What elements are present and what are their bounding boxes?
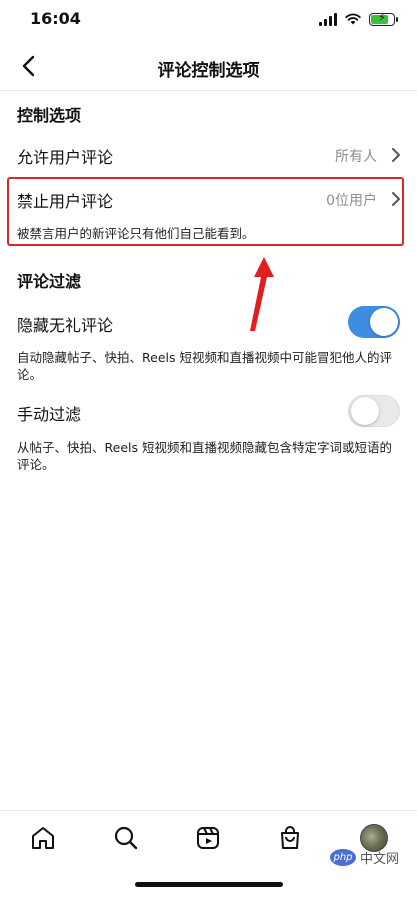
hide-offensive-label: 隐藏无礼评论 (17, 316, 114, 335)
block-users-label: 禁止用户评论 (17, 192, 114, 211)
manual-filter-label: 手动过滤 (17, 405, 82, 424)
home-icon (32, 827, 54, 849)
section-title-filter: 评论过滤 (17, 272, 82, 291)
tab-reels[interactable] (193, 823, 223, 853)
block-users-note: 被禁言用户的新评论只有他们自己能看到。 (17, 226, 255, 241)
wifi-icon (345, 13, 361, 25)
page-title: 评论控制选项 (157, 61, 260, 81)
cellular-signal-icon (319, 12, 337, 26)
status-icons: ⚡ (319, 10, 398, 26)
charging-bolt-icon: ⚡ (378, 10, 386, 24)
toggle-knob (370, 308, 398, 336)
home-indicator (135, 882, 283, 887)
toggle-knob (351, 397, 379, 425)
manual-filter-note: 从帖子、快拍、Reels 短视频和直播视频隐藏包含特定字词或短语的评论。 (17, 440, 392, 472)
allow-comments-value: 所有人 (335, 149, 377, 165)
status-time: 16:04 (30, 9, 81, 28)
watermark-badge: php (330, 849, 356, 866)
status-bar: 16:04 ⚡ (0, 0, 417, 42)
chevron-right-icon (392, 192, 400, 206)
manual-filter-toggle[interactable] (348, 395, 400, 427)
section-title-controls: 控制选项 (17, 106, 82, 125)
tab-shop[interactable] (275, 823, 305, 853)
battery-icon: ⚡ (369, 10, 398, 26)
chevron-right-icon (392, 148, 400, 162)
manual-filter-row: 手动过滤 (0, 394, 417, 430)
hide-offensive-toggle[interactable] (348, 306, 400, 338)
tab-home[interactable] (28, 823, 58, 853)
allow-comments-row[interactable]: 允许用户评论 所有人 (0, 136, 417, 174)
block-users-row[interactable]: 禁止用户评论 0位用户 (0, 180, 417, 218)
watermark-text: 中文网 (360, 852, 400, 867)
watermark: php 中文网 (330, 848, 399, 867)
allow-comments-label: 允许用户评论 (17, 148, 114, 167)
block-users-value: 0位用户 (326, 193, 377, 209)
hide-offensive-note: 自动隐藏帖子、快拍、Reels 短视频和直播视频中可能冒犯他人的评论。 (17, 350, 392, 382)
reels-icon (197, 827, 219, 849)
nav-header: 评论控制选项 (0, 42, 417, 91)
shop-icon (281, 826, 299, 849)
hide-offensive-row: 隐藏无礼评论 (0, 304, 417, 340)
tab-search[interactable] (111, 823, 141, 853)
search-icon (114, 826, 138, 850)
